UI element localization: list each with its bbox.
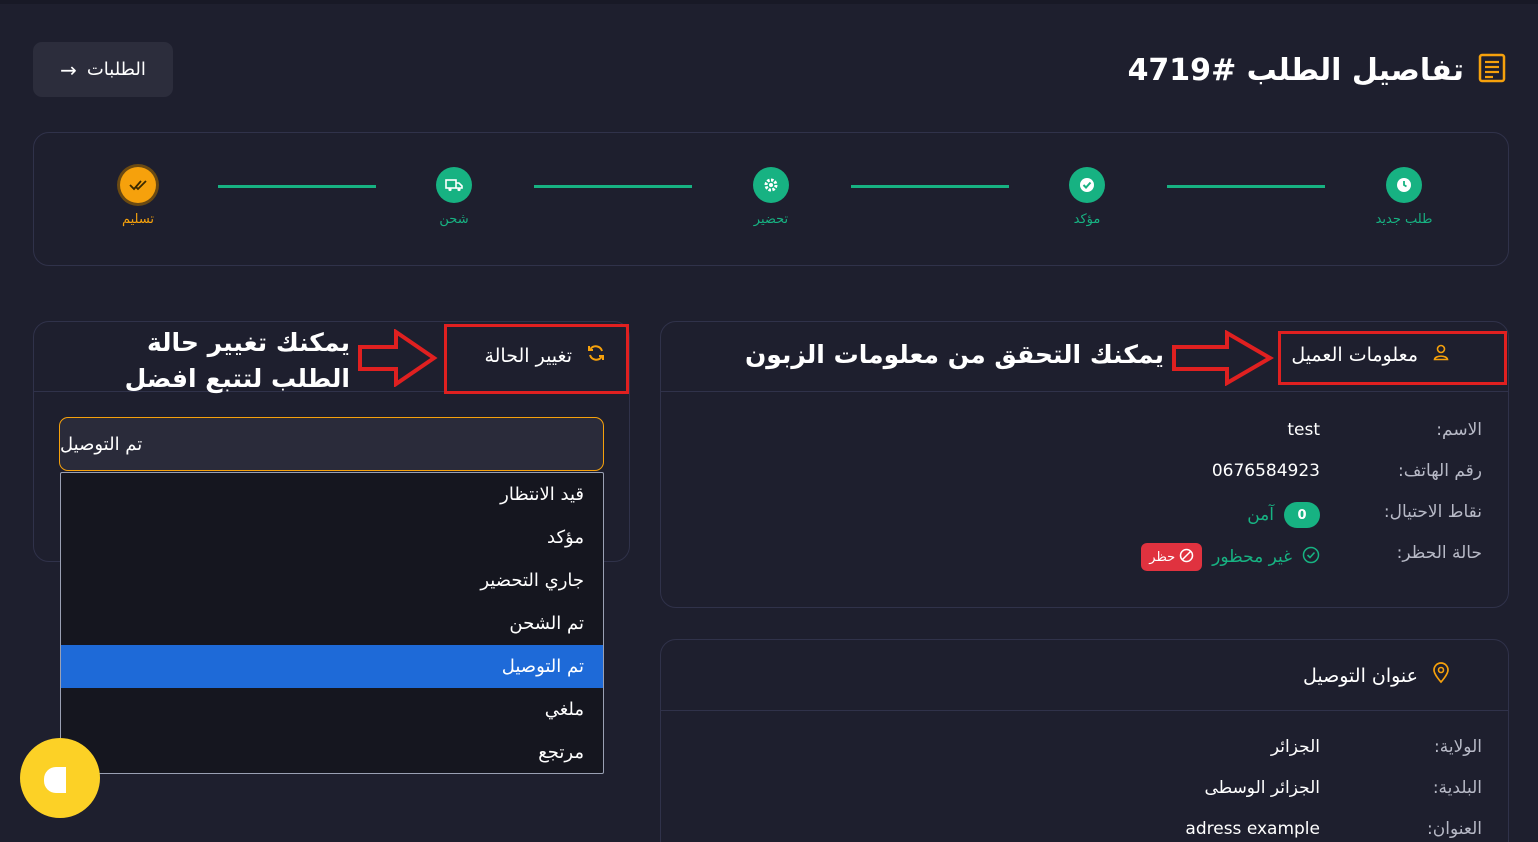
refresh-icon <box>586 343 606 368</box>
step-label: تسليم <box>121 212 155 227</box>
status-select-value: تم التوصيل <box>60 433 143 455</box>
delivery-address-label: عنوان التوصيل <box>1302 664 1418 687</box>
back-button-label: الطلبات <box>86 59 146 80</box>
annotation-line: الطلب لتتبع افضل <box>124 364 350 393</box>
status-option-returned[interactable]: مرتجع <box>61 731 603 774</box>
step-connector <box>1167 185 1325 188</box>
wilaya-row: الولاية: الجزائر <box>687 737 1482 767</box>
customer-phone-value: 0676584923 <box>1211 461 1320 481</box>
fraud-status-text: آمن <box>1247 505 1274 525</box>
chat-bubble-icon <box>44 767 66 793</box>
ban-button-label: حظر <box>1149 549 1176 565</box>
location-pin-icon <box>1432 662 1450 689</box>
annotation-line: يمكنك تغيير حالة <box>147 328 350 357</box>
status-option-cancelled[interactable]: ملغي <box>61 688 603 731</box>
address-row: العنوان: adress example <box>687 819 1482 842</box>
customer-info-label: معلومات العميل <box>1291 343 1418 366</box>
customer-name-value: test <box>1287 420 1320 440</box>
clock-icon <box>1386 167 1422 203</box>
field-label: نقاط الاحتيال: <box>1383 502 1482 522</box>
step-connector <box>851 185 1009 188</box>
fraud-score-row: نقاط الاحتيال: 0 آمن <box>687 502 1482 532</box>
ban-status-row: حالة الحظر: غير محظور حظر <box>687 543 1482 573</box>
field-label: الاسم: <box>1436 420 1482 440</box>
status-option-shipped[interactable]: تم الشحن <box>61 602 603 645</box>
check-icon <box>1069 167 1105 203</box>
ban-status-value: غير محظور حظر <box>1141 543 1320 571</box>
arrow-right-icon: → <box>60 57 77 82</box>
order-progress-stepper: تسليم شحن تحضير مؤكد طلب جديد <box>33 132 1509 266</box>
wilaya-value: الجزائر <box>1270 737 1320 757</box>
double-check-icon <box>120 167 156 203</box>
field-label: البلدية: <box>1432 778 1482 798</box>
customer-name-row: الاسم: test <box>687 420 1482 450</box>
gear-icon <box>753 167 789 203</box>
customer-annotation-text: يمكنك التحقق من معلومات الزبون <box>744 340 1164 369</box>
step-confirmed: مؤكد <box>1037 167 1137 227</box>
check-circle-icon <box>1302 546 1320 569</box>
commune-row: البلدية: الجزائر الوسطى <box>687 778 1482 808</box>
status-annotation-text: يمكنك تغيير حالة الطلب لتتبع افضل <box>125 325 350 397</box>
commune-value: الجزائر الوسطى <box>1204 778 1320 798</box>
back-to-orders-button[interactable]: → الطلبات <box>33 42 173 97</box>
field-label: العنوان: <box>1427 819 1482 839</box>
step-connector <box>534 185 692 188</box>
status-option-delivered[interactable]: تم التوصيل <box>61 645 603 688</box>
status-option-confirmed[interactable]: مؤكد <box>61 516 603 559</box>
delivery-address-title: عنوان التوصيل <box>1303 662 1450 689</box>
annotation-arrow-icon <box>358 328 438 391</box>
page-title-text: تفاصيل الطلب #4719 <box>1127 52 1464 88</box>
step-label: تحضير <box>753 212 789 227</box>
page-title: تفاصيل الطلب #4719 <box>1128 48 1506 92</box>
top-edge <box>0 0 1538 4</box>
field-label: حالة الحظر: <box>1396 543 1482 563</box>
truck-icon <box>436 167 472 203</box>
divider <box>661 710 1508 711</box>
change-status-title: تغيير الحالة <box>484 343 606 368</box>
divider <box>661 391 1508 392</box>
status-option-preparing[interactable]: جاري التحضير <box>61 559 603 602</box>
delivery-address-card: عنوان التوصيل الولاية: الجزائر البلدية: … <box>660 639 1509 842</box>
field-label: رقم الهاتف: <box>1397 461 1482 481</box>
fraud-score-badge: 0 <box>1284 502 1320 528</box>
receipt-icon <box>1478 53 1506 87</box>
ban-status-text: غير محظور <box>1212 547 1292 567</box>
step-new-order: طلب جديد <box>1354 167 1454 227</box>
status-option-pending[interactable]: قيد الانتظار <box>61 473 603 516</box>
step-connector <box>218 185 376 188</box>
step-label: شحن <box>439 212 469 227</box>
customer-phone-row: رقم الهاتف: 0676584923 <box>687 461 1482 491</box>
ban-customer-button[interactable]: حظر <box>1141 543 1203 571</box>
step-shipping: شحن <box>404 167 504 227</box>
step-label: طلب جديد <box>1375 212 1433 227</box>
step-delivered: تسليم <box>88 167 188 227</box>
step-label: مؤكد <box>1073 212 1101 227</box>
annotation-arrow-icon <box>1172 329 1274 390</box>
status-select[interactable]: تم التوصيل <box>59 417 604 471</box>
ban-icon <box>1179 548 1194 567</box>
change-status-label: تغيير الحالة <box>484 344 572 367</box>
user-icon <box>1432 343 1450 366</box>
address-value: adress example <box>1185 819 1320 839</box>
fraud-score-value: 0 آمن <box>1247 502 1320 528</box>
step-preparing: تحضير <box>721 167 821 227</box>
status-dropdown-menu: قيد الانتظار مؤكد جاري التحضير تم الشحن … <box>60 472 604 774</box>
customer-info-title: معلومات العميل <box>1291 343 1450 366</box>
field-label: الولاية: <box>1434 737 1482 757</box>
